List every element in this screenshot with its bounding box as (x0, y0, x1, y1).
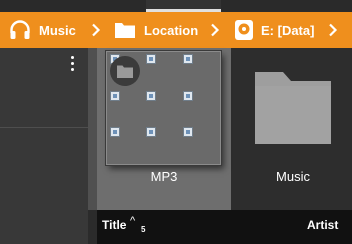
breadcrumb-label: Location (144, 22, 199, 38)
image-thumbnail-icon (183, 127, 193, 137)
breadcrumb: Music Location E: [Data] (0, 12, 352, 48)
tile-music[interactable]: Music (236, 48, 352, 210)
breadcrumb-item-location[interactable]: Location (114, 12, 198, 48)
more-vert-icon[interactable] (67, 55, 77, 73)
image-thumbnail-icon (146, 91, 156, 101)
breadcrumb-label: E: [Data] (261, 22, 315, 38)
headphones-icon (8, 18, 32, 42)
tile-label: Music (276, 169, 310, 184)
tile-label: MP3 (150, 169, 178, 184)
column-header-artist[interactable]: Artist (307, 218, 338, 232)
folder-icon (253, 70, 333, 151)
image-thumbnail-icon (146, 127, 156, 137)
folder-icon (110, 56, 140, 86)
side-drawer (0, 48, 88, 244)
item-count: 5 (141, 225, 146, 234)
scroll-gutter (88, 48, 97, 210)
breadcrumb-item-music[interactable]: Music (8, 12, 76, 48)
chevron-right-icon (209, 12, 221, 48)
folder-icon (114, 21, 136, 39)
image-thumbnail-icon (183, 54, 193, 64)
image-thumbnail-icon (183, 91, 193, 101)
image-thumbnail-icon (110, 91, 120, 101)
drawer-divider (0, 127, 88, 128)
list-header: Title ^ 5 Artist (97, 210, 352, 244)
breadcrumb-item-drive[interactable]: E: [Data] (234, 12, 314, 48)
image-thumbnail-icon (146, 54, 156, 64)
chevron-right-icon (327, 12, 339, 48)
breadcrumb-label: Music (39, 22, 76, 38)
sort-indicator: ^ (130, 215, 136, 227)
disc-icon (234, 19, 254, 41)
chevron-right-icon (90, 12, 102, 48)
column-header-title[interactable]: Title (102, 218, 126, 232)
image-thumbnail-icon (110, 127, 120, 137)
